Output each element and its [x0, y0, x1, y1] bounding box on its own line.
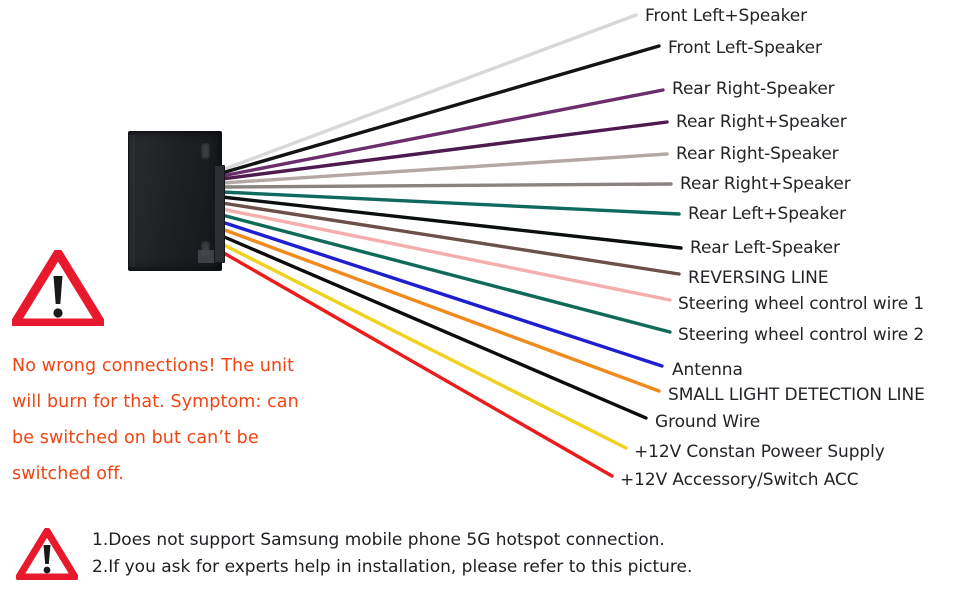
wire-label: Rear Left+Speaker: [688, 204, 846, 224]
wire-label: Steering wheel control wire 1: [678, 294, 925, 314]
connector-latch-top: [201, 143, 210, 159]
wire-label: Front Left+Speaker: [645, 6, 807, 26]
wire-line: [220, 195, 683, 250]
wire-label: Ground Wire: [655, 412, 761, 432]
wire-label: Rear Left-Speaker: [690, 238, 840, 258]
wire-label: SMALL LIGHT DETECTION LINE: [668, 385, 925, 405]
connector-wire-exit: [214, 165, 225, 263]
wire-line: [220, 182, 673, 189]
wire-line: [220, 44, 661, 175]
wire-label: Front Left-Speaker: [668, 38, 822, 58]
wire-label: Antenna: [672, 360, 743, 380]
warning-triangle-icon: [16, 528, 78, 580]
note-line-1: 1.Does not support Samsung mobile phone …: [92, 530, 665, 550]
wire-line: [220, 190, 681, 216]
wire-label: Rear Right-Speaker: [672, 79, 835, 99]
warning-text: No wrong connections! The unit will burn…: [12, 348, 412, 492]
wire-line: [220, 152, 669, 185]
warning-triangle-icon: [12, 250, 104, 326]
notes-text: 1.Does not support Samsung mobile phone …: [92, 527, 692, 581]
wire-label: REVERSING LINE: [688, 268, 829, 288]
warning-line-1: No wrong connections! The unit: [12, 356, 295, 376]
wire-label: Steering wheel control wire 2: [678, 325, 925, 345]
wire-line: [220, 13, 638, 172]
warning-line-4: switched off.: [12, 464, 124, 484]
notes-block: 1.Does not support Samsung mobile phone …: [16, 527, 692, 581]
wire-label: Rear Right+Speaker: [676, 112, 847, 132]
wire-line: [220, 88, 665, 178]
note-line-2: 2.If you ask for experts help in install…: [92, 557, 693, 577]
connector-highlight: [129, 135, 135, 267]
warning-line-3: be switched on but can’t be: [12, 428, 259, 448]
wire-label: +12V Accessory/Switch ACC: [620, 470, 859, 490]
wire-label: Rear Right-Speaker: [676, 144, 839, 164]
wiring-diagram: Front Left+Speaker Front Left-Speaker Rear…: [0, 0, 970, 600]
wire-label: +12V Constan Poweer Supply: [634, 442, 885, 462]
warning-line-2: will burn for that. Symptom: can: [12, 392, 299, 412]
wire-label: Rear Right+Speaker: [680, 174, 851, 194]
warning-block: No wrong connections! The unit will burn…: [12, 250, 412, 492]
wire-line: [220, 120, 669, 181]
